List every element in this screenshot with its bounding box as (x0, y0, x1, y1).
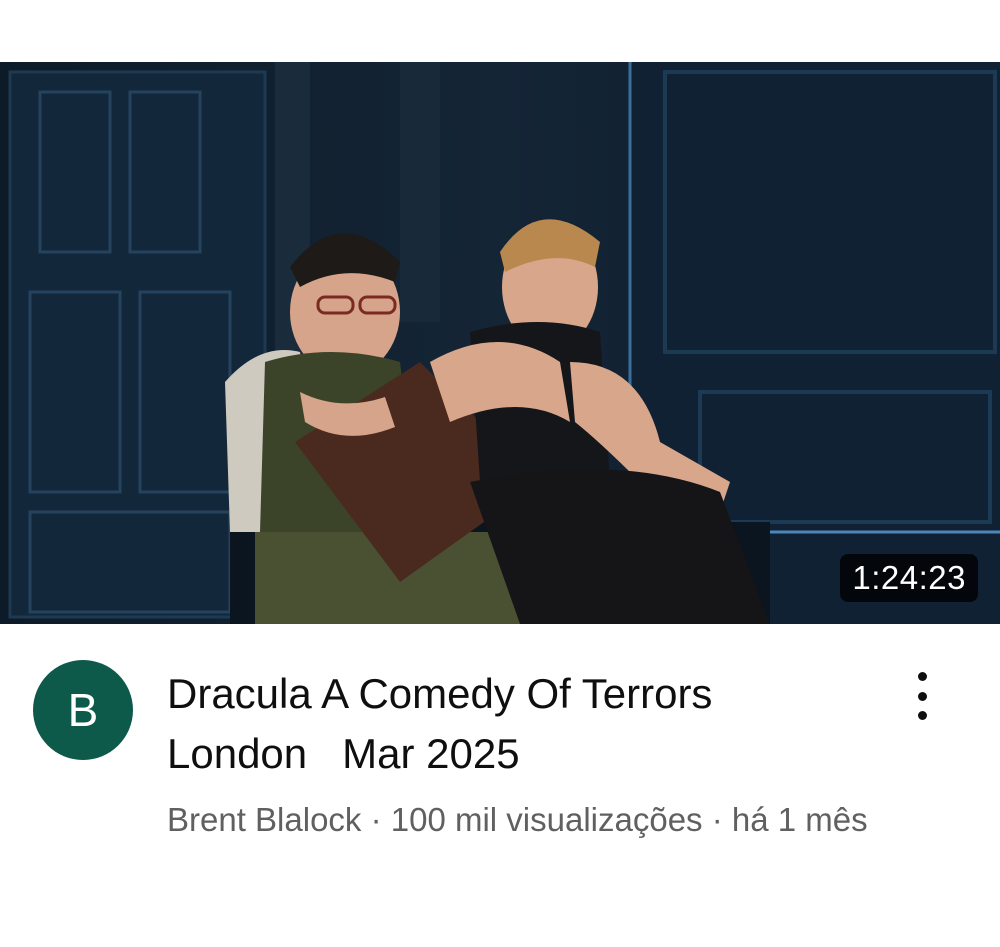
video-title[interactable]: Dracula A Comedy Of Terrors London Mar 2… (167, 664, 867, 784)
thumbnail-image (0, 62, 1000, 624)
menu-dot (917, 691, 927, 701)
menu-dot (917, 711, 927, 720)
video-meta-row: B Dracula A Comedy Of Terrors London Mar… (0, 624, 1000, 947)
video-subtitle: Brent Blalock · 100 mil visualizações · … (167, 801, 868, 838)
channel-avatar[interactable]: B (33, 660, 133, 760)
menu-dot (917, 672, 927, 681)
video-thumbnail[interactable]: 1:24:23 (0, 62, 1000, 624)
duration-badge: 1:24:23 (840, 553, 978, 602)
more-vert-icon[interactable] (900, 668, 944, 724)
